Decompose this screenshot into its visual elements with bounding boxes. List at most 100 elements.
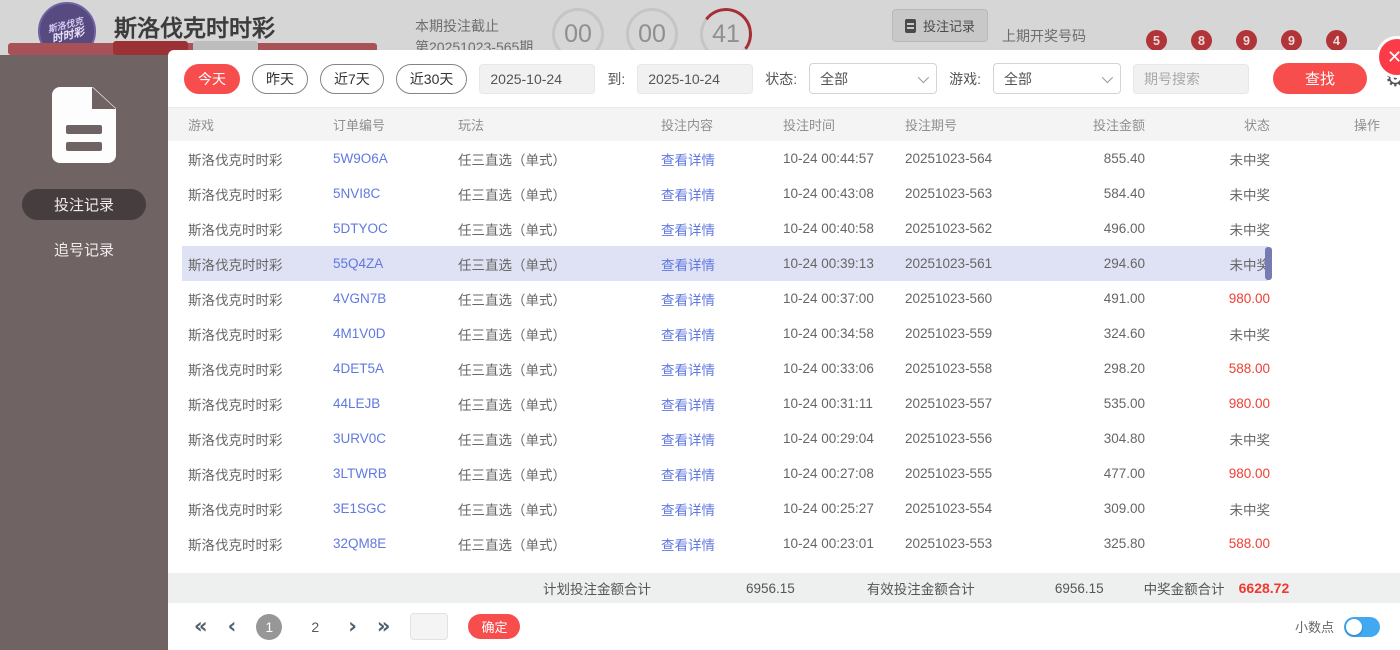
detail-link[interactable]: 查看详情 [661,499,783,519]
order-link[interactable]: 44LEJB [333,396,458,411]
cell-play: 任三直选（单式） [458,149,661,169]
page-list: 12 [256,614,328,640]
cell-amount: 324.60 [1073,326,1145,341]
order-link[interactable]: 5DTYOC [333,221,458,236]
order-link[interactable]: 32QM8E [333,536,458,551]
cell-play: 任三直选（单式） [458,499,661,519]
document-icon-line [66,142,102,151]
cell-amount: 477.00 [1073,466,1145,481]
pagination-bar: « ‹ 12 › » 确定 小数点 [168,603,1400,650]
range-button[interactable]: 近30天 [396,64,468,94]
order-link[interactable]: 4VGN7B [333,291,458,306]
lottery-logo-text: 斯洛伐克 时时彩 [47,16,87,46]
sidebar-item[interactable]: 追号记录 [22,234,146,265]
page-title: 斯洛伐克时时彩 [114,9,275,43]
detail-link[interactable]: 查看详情 [661,219,783,239]
cell-time: 10-24 00:37:00 [783,291,905,306]
table-row[interactable]: 斯洛伐克时时彩3LTWRB任三直选（单式）查看详情10-24 00:27:082… [168,456,1400,491]
cell-play: 任三直选（单式） [458,184,661,204]
cell-play: 任三直选（单式） [458,464,661,484]
table-row[interactable]: 斯洛伐克时时彩5W9O6A任三直选（单式）查看详情10-24 00:44:572… [168,141,1400,176]
valid-total-label: 有效投注金额合计 [867,578,975,598]
prev-page-button[interactable]: ‹ [228,616,237,637]
cell-period: 20251023-557 [905,396,1073,411]
detail-link[interactable]: 查看详情 [661,429,783,449]
detail-link[interactable]: 查看详情 [661,149,783,169]
cell-period: 20251023-556 [905,431,1073,446]
table-row[interactable]: 斯洛伐克时时彩4M1V0D任三直选（单式）查看详情10-24 00:34:582… [168,316,1400,351]
cell-game: 斯洛伐克时时彩 [188,534,333,554]
order-link[interactable]: 3LTWRB [333,466,458,481]
page-number-input[interactable] [410,613,448,640]
page-button[interactable]: 2 [302,614,328,640]
table-row[interactable]: 斯洛伐克时时彩4DET5A任三直选（单式）查看详情10-24 00:33:062… [168,351,1400,386]
cell-time: 10-24 00:29:04 [783,431,905,446]
period-search-input[interactable] [1133,64,1249,94]
sidebar: 投注记录追号记录 [0,55,168,650]
decimal-toggle[interactable] [1344,617,1380,637]
range-button[interactable]: 今天 [184,64,240,94]
cell-status: 未中奖 [1145,149,1270,169]
detail-link[interactable]: 查看详情 [661,394,783,414]
plan-total-value: 6956.15 [746,581,795,596]
bet-record-button[interactable]: 投注记录 [892,9,988,42]
cell-period: 20251023-555 [905,466,1073,481]
table-row[interactable]: 斯洛伐克时时彩4VGN7B任三直选（单式）查看详情10-24 00:37:002… [168,281,1400,316]
order-link[interactable]: 3E1SGC [333,501,458,516]
date-from-input[interactable] [479,64,595,94]
confirm-page-button[interactable]: 确定 [468,614,520,639]
table-row[interactable]: 斯洛伐克时时彩32QM8E任三直选（单式）查看详情10-24 00:23:012… [168,526,1400,561]
column-header: 玩法 [458,115,661,134]
date-to-label: 到: [607,69,625,89]
detail-link[interactable]: 查看详情 [661,184,783,204]
order-link[interactable]: 4DET5A [333,361,458,376]
cell-amount: 855.40 [1073,151,1145,166]
cell-amount: 304.80 [1073,431,1145,446]
cell-status: 未中奖 [1145,324,1270,344]
detail-link[interactable]: 查看详情 [661,534,783,554]
cell-time: 10-24 00:23:01 [783,536,905,551]
first-page-button[interactable]: « [194,616,208,637]
table-row[interactable]: 斯洛伐克时时彩44LEJB任三直选（单式）查看详情10-24 00:31:112… [168,386,1400,421]
next-page-button[interactable]: › [348,616,357,637]
order-link[interactable]: 55Q4ZA [333,256,458,271]
order-link[interactable]: 5W9O6A [333,151,458,166]
document-icon [905,19,916,33]
detail-link[interactable]: 查看详情 [661,254,783,274]
detail-link[interactable]: 查看详情 [661,464,783,484]
search-button[interactable]: 查找 [1273,63,1367,94]
filter-bar: 今天昨天近7天近30天 到: 状态: 全部 游戏: 全部 查找 ⚙ [168,50,1400,108]
order-link[interactable]: 3URV0C [333,431,458,446]
cell-status: 588.00 [1145,361,1270,376]
cell-time: 10-24 00:40:58 [783,221,905,236]
cell-period: 20251023-559 [905,326,1073,341]
cell-amount: 294.60 [1073,256,1145,271]
table-header-row: 游戏订单编号玩法投注内容投注时间投注期号投注金额状态操作 [168,108,1400,141]
range-button[interactable]: 近7天 [320,64,384,94]
table-row[interactable]: 斯洛伐克时时彩5DTYOC任三直选（单式）查看详情10-24 00:40:582… [168,211,1400,246]
range-button[interactable]: 昨天 [252,64,308,94]
column-header: 投注期号 [905,115,1073,134]
table-row[interactable]: 斯洛伐克时时彩55Q4ZA任三直选（单式）查看详情10-24 00:39:132… [168,246,1400,281]
table-row[interactable]: 斯洛伐克时时彩3URV0C任三直选（单式）查看详情10-24 00:29:042… [168,421,1400,456]
sidebar-item[interactable]: 投注记录 [22,189,146,220]
detail-link[interactable]: 查看详情 [661,324,783,344]
detail-link[interactable]: 查看详情 [661,359,783,379]
detail-link[interactable]: 查看详情 [661,289,783,309]
last-page-button[interactable]: » [377,616,391,637]
chevron-down-icon [1102,71,1113,82]
status-select[interactable]: 全部 [809,63,937,94]
game-select[interactable]: 全部 [993,63,1121,94]
valid-total-value: 6956.15 [1055,581,1104,596]
cell-play: 任三直选（单式） [458,289,661,309]
cell-game: 斯洛伐克时时彩 [188,499,333,519]
order-link[interactable]: 5NVI8C [333,186,458,201]
table-row[interactable]: 斯洛伐克时时彩3E1SGC任三直选（单式）查看详情10-24 00:25:272… [168,491,1400,526]
table-row[interactable]: 斯洛伐克时时彩5NVI8C任三直选（单式）查看详情10-24 00:43:082… [168,176,1400,211]
cell-period: 20251023-564 [905,151,1073,166]
records-document-icon [52,87,116,163]
order-link[interactable]: 4M1V0D [333,326,458,341]
page-button[interactable]: 1 [256,614,282,640]
date-to-input[interactable] [637,64,753,94]
cell-status: 588.00 [1145,536,1270,551]
